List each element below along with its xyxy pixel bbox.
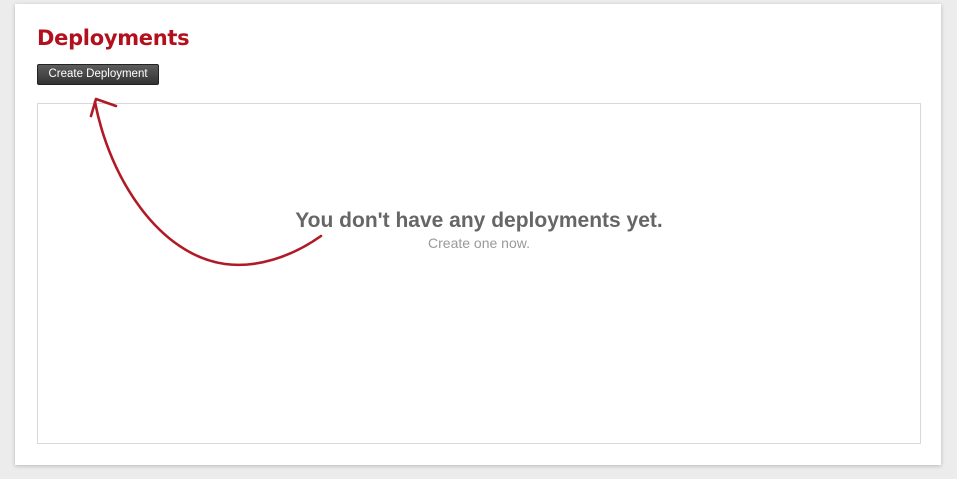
page-title: Deployments	[37, 26, 190, 50]
empty-state-panel: You don't have any deployments yet. Crea…	[37, 103, 921, 444]
empty-state-heading: You don't have any deployments yet.	[295, 209, 663, 232]
deployments-card: Deployments Create Deployment You don't …	[15, 4, 941, 465]
create-deployment-button[interactable]: Create Deployment	[37, 64, 159, 85]
page: Deployments Create Deployment You don't …	[0, 0, 957, 479]
empty-state-subtext: Create one now.	[428, 235, 530, 251]
